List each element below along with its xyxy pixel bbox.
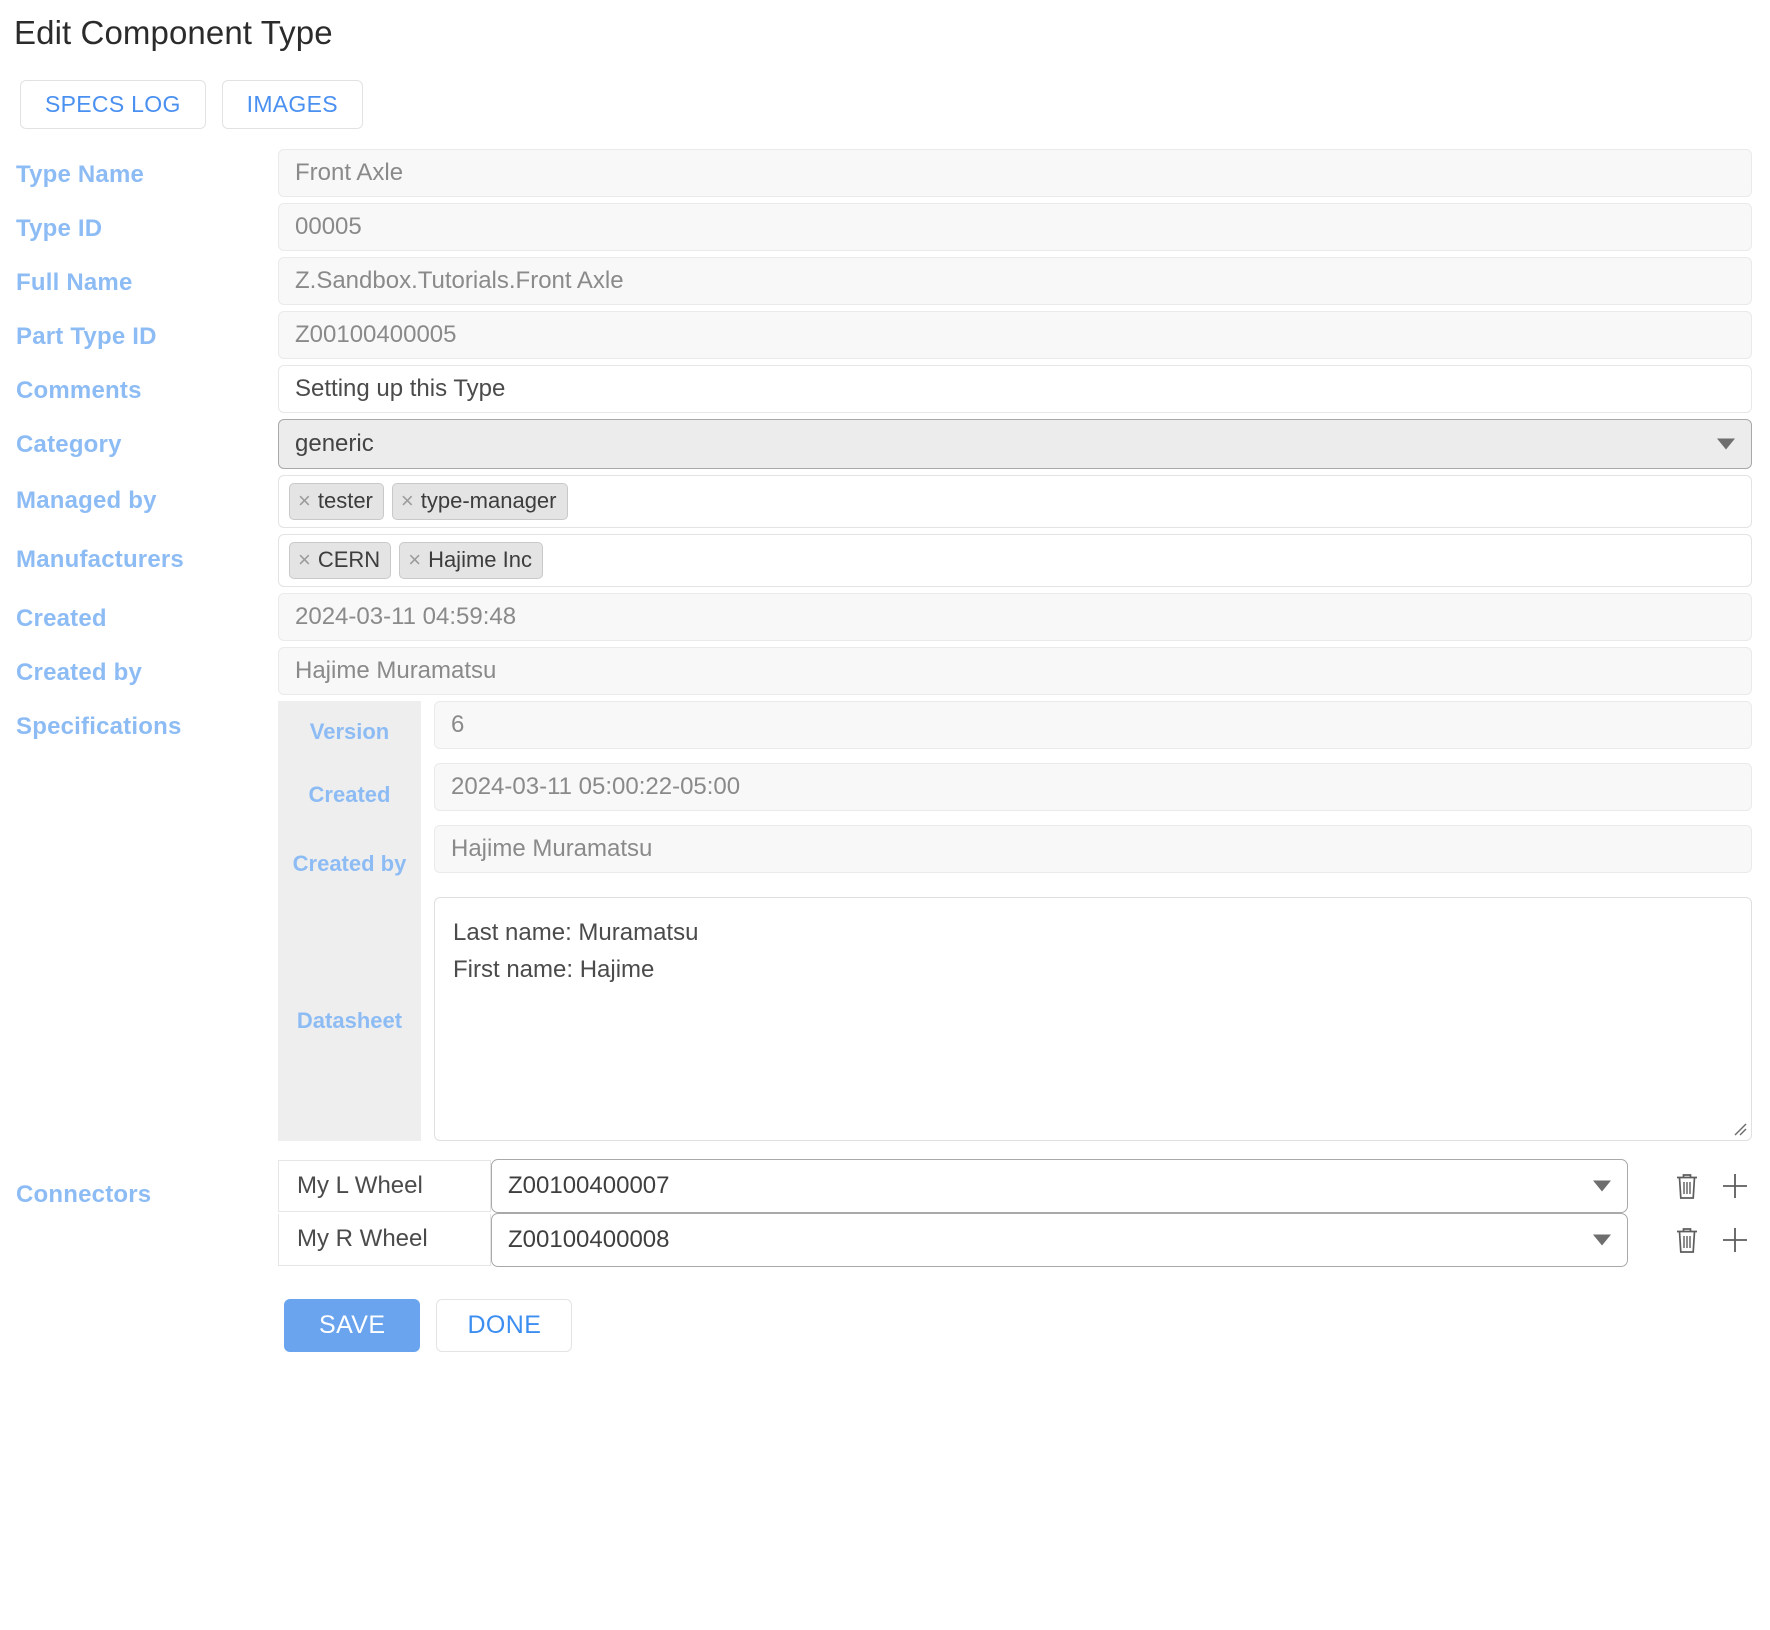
label-spec-created-by: Created by xyxy=(292,851,407,877)
tab-specs-log[interactable]: SPECS LOG xyxy=(20,80,206,129)
created-input: 2024-03-11 04:59:48 xyxy=(278,593,1752,641)
row-manufacturers: Manufacturers × CERN × Hajime Inc xyxy=(10,534,1752,587)
specifications-label-column: Version Created Created by Datasheet xyxy=(278,701,421,1141)
chevron-down-icon xyxy=(1593,1234,1611,1246)
row-connectors: Connectors My L Wheel Z00100400007 My R … xyxy=(10,1159,1752,1267)
spec-created-by-input: Hajime Muramatsu xyxy=(434,825,1752,873)
row-created: Created 2024-03-11 04:59:48 xyxy=(10,593,1752,641)
chevron-down-icon xyxy=(1593,1180,1611,1192)
close-icon[interactable]: × xyxy=(298,490,311,512)
row-created-by: Created by Hajime Muramatsu xyxy=(10,647,1752,695)
row-full-name: Full Name Z.Sandbox.Tutorials.Front Axle xyxy=(10,257,1752,305)
row-part-type-id: Part Type ID Z00100400005 xyxy=(10,311,1752,359)
spec-version-input: 6 xyxy=(434,701,1752,749)
row-specifications: Specifications Version Created Created b… xyxy=(10,701,1752,1141)
full-name-input[interactable]: Z.Sandbox.Tutorials.Front Axle xyxy=(278,257,1752,305)
row-type-name: Type Name Front Axle xyxy=(10,149,1752,197)
connector-type-select[interactable]: Z00100400008 xyxy=(491,1213,1628,1267)
managed-by-tag-input[interactable]: × tester × type-manager xyxy=(278,475,1752,528)
type-id-input[interactable]: 00005 xyxy=(278,203,1752,251)
tab-bar: SPECS LOG IMAGES xyxy=(20,80,1752,129)
label-type-name: Type Name xyxy=(16,161,145,188)
specifications-field-column: 6 2024-03-11 05:00:22-05:00 Hajime Muram… xyxy=(421,701,1752,1141)
label-spec-version: Version xyxy=(309,719,390,745)
label-manufacturers: Manufacturers xyxy=(16,546,184,573)
row-category: Category generic xyxy=(10,419,1752,469)
connector-actions xyxy=(1628,1167,1752,1205)
resize-handle-icon[interactable] xyxy=(1732,1121,1748,1137)
category-selected-value: generic xyxy=(295,430,374,457)
comments-input[interactable]: Setting up this Type xyxy=(278,365,1752,413)
label-connectors: Connectors xyxy=(16,1181,152,1208)
spec-created-input: 2024-03-11 05:00:22-05:00 xyxy=(434,763,1752,811)
label-created-by: Created by xyxy=(16,659,143,686)
label-specifications: Specifications xyxy=(16,713,182,740)
label-full-name: Full Name xyxy=(16,269,133,296)
trash-icon[interactable] xyxy=(1670,1167,1704,1205)
save-button[interactable]: SAVE xyxy=(284,1299,421,1352)
connector-type-select[interactable]: Z00100400007 xyxy=(491,1159,1628,1213)
connector-row: My R Wheel Z00100400008 xyxy=(278,1213,1752,1267)
tag-label: type-manager xyxy=(420,488,557,513)
tag-managed-by[interactable]: × tester xyxy=(289,483,384,520)
close-icon[interactable]: × xyxy=(401,490,414,512)
label-category: Category xyxy=(16,431,122,458)
tag-label: CERN xyxy=(317,547,381,572)
specifications-panel: Version Created Created by Datasheet 6 2… xyxy=(278,701,1752,1141)
label-spec-created: Created xyxy=(308,782,391,808)
label-part-type-id: Part Type ID xyxy=(16,323,157,350)
edit-component-type-page: Edit Component Type SPECS LOG IMAGES Typ… xyxy=(0,14,1770,1352)
page-title: Edit Component Type xyxy=(14,14,333,51)
row-managed-by: Managed by × tester × type-manager xyxy=(10,475,1752,528)
connector-selected-value: Z00100400007 xyxy=(508,1172,670,1199)
tag-label: Hajime Inc xyxy=(428,547,532,572)
label-type-id: Type ID xyxy=(16,215,103,242)
trash-icon[interactable] xyxy=(1670,1221,1704,1259)
tag-label: tester xyxy=(317,488,373,513)
tag-manufacturer[interactable]: × CERN xyxy=(289,542,392,579)
spec-datasheet-textarea[interactable]: Last name: Muramatsu First name: Hajime xyxy=(434,897,1752,1141)
row-type-id: Type ID 00005 xyxy=(10,203,1752,251)
close-icon[interactable]: × xyxy=(408,549,421,571)
plus-icon[interactable] xyxy=(1718,1221,1752,1259)
done-button[interactable]: DONE xyxy=(436,1299,573,1352)
form-actions: SAVE DONE xyxy=(10,1299,1752,1352)
connector-selected-value: Z00100400008 xyxy=(508,1226,670,1253)
connector-actions xyxy=(1628,1221,1752,1259)
connector-name[interactable]: My L Wheel xyxy=(278,1160,491,1212)
connector-name[interactable]: My R Wheel xyxy=(278,1214,491,1266)
part-type-id-input[interactable]: Z00100400005 xyxy=(278,311,1752,359)
category-select[interactable]: generic xyxy=(278,419,1752,469)
row-comments: Comments Setting up this Type xyxy=(10,365,1752,413)
component-type-form: Type Name Front Axle Type ID 00005 Full … xyxy=(10,149,1752,1352)
tab-images[interactable]: IMAGES xyxy=(221,80,363,129)
close-icon[interactable]: × xyxy=(298,549,311,571)
type-name-input[interactable]: Front Axle xyxy=(278,149,1752,197)
chevron-down-icon xyxy=(1717,438,1735,450)
manufacturers-tag-input[interactable]: × CERN × Hajime Inc xyxy=(278,534,1752,587)
created-by-input: Hajime Muramatsu xyxy=(278,647,1752,695)
label-created: Created xyxy=(16,605,107,632)
label-spec-datasheet: Datasheet xyxy=(296,1008,403,1034)
tag-managed-by[interactable]: × type-manager xyxy=(391,483,568,520)
tag-manufacturer[interactable]: × Hajime Inc xyxy=(399,542,543,579)
label-comments: Comments xyxy=(16,377,142,404)
label-managed-by: Managed by xyxy=(16,487,157,514)
connector-row: My L Wheel Z00100400007 xyxy=(278,1159,1752,1213)
plus-icon[interactable] xyxy=(1718,1167,1752,1205)
